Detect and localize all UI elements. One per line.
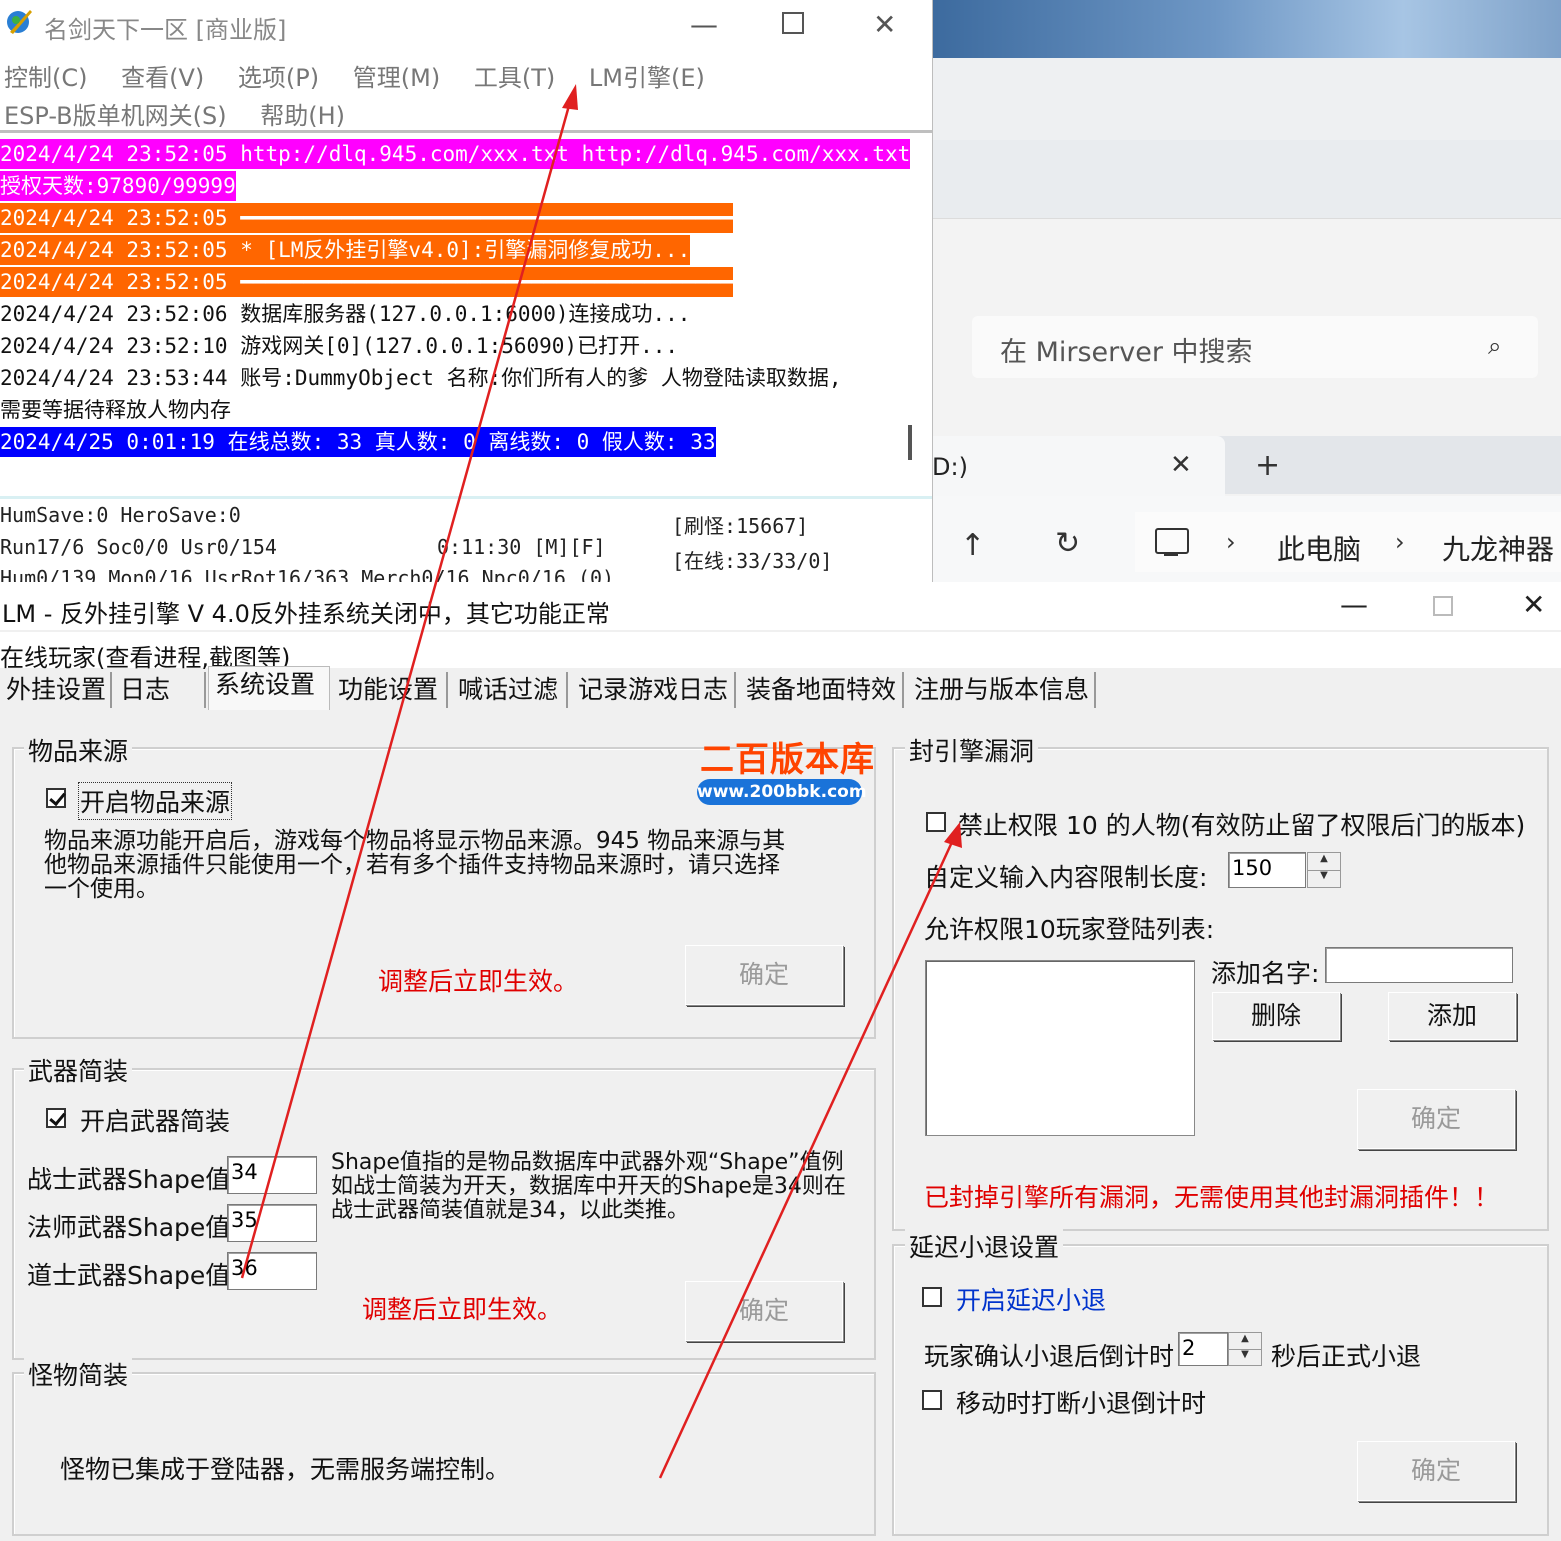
annotation-overlay	[240, 84, 962, 1479]
annotation-arrow-ban-checkbox	[658, 822, 962, 1479]
annotation-arrow-lm-menu	[240, 84, 578, 1279]
